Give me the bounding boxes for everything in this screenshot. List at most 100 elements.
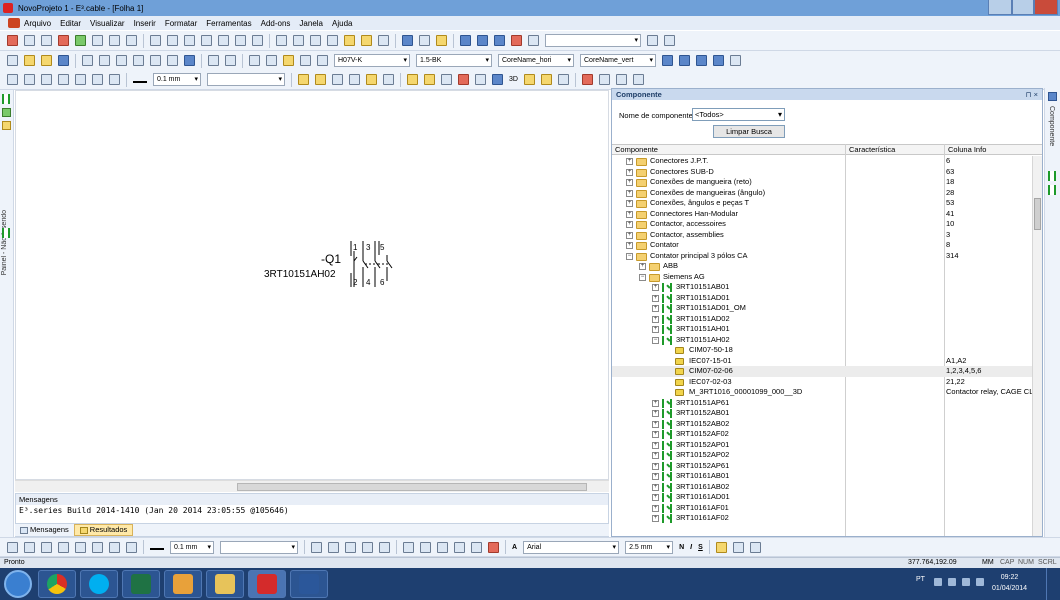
component-name-select[interactable]: <Todos> <box>692 108 785 121</box>
tool-icon[interactable] <box>345 541 356 553</box>
line-width-select[interactable]: 0.1 mm <box>153 73 201 86</box>
component-icon[interactable] <box>2 228 10 238</box>
expand-icon[interactable]: + <box>652 504 659 512</box>
tool-icon[interactable] <box>436 35 447 46</box>
pilcrow-icon[interactable] <box>327 35 338 46</box>
menu-inserir[interactable]: Inserir <box>134 19 156 28</box>
expand-icon[interactable]: + <box>652 515 659 522</box>
tool-icon[interactable] <box>488 541 499 553</box>
expand-icon[interactable]: + <box>652 483 659 491</box>
tool-icon[interactable] <box>647 35 658 46</box>
tool-icon[interactable] <box>75 35 86 46</box>
align-center-icon[interactable] <box>732 541 744 553</box>
tab-resultados[interactable]: Resultados <box>73 524 134 536</box>
expand-icon[interactable]: + <box>639 263 646 270</box>
expand-icon[interactable]: + <box>652 441 659 449</box>
expand-icon[interactable]: + <box>652 452 659 459</box>
tool-icon[interactable] <box>109 35 120 46</box>
zoom-in-icon[interactable] <box>150 35 161 46</box>
drawing-canvas[interactable]: -Q1 3RT10151AH02 1 3 5 2 4 6 <box>15 90 609 480</box>
core-hori-select[interactable]: CoreName_hori <box>498 54 574 67</box>
tree-row[interactable]: + Contactor, accessoires 10 <box>612 219 1032 230</box>
tool-icon[interactable] <box>598 74 610 85</box>
print-icon[interactable] <box>150 55 161 66</box>
tree-row[interactable]: − Contator principal 3 pólos CA 314 <box>612 251 1032 262</box>
tree-row[interactable]: +3RT10152AP61 <box>612 461 1032 472</box>
tool-icon[interactable] <box>460 35 471 46</box>
cut-icon[interactable] <box>82 55 93 66</box>
tool-icon[interactable] <box>615 74 627 85</box>
collapse-icon[interactable]: − <box>652 336 659 344</box>
tray-icon[interactable] <box>976 578 984 586</box>
tool-icon[interactable] <box>58 541 69 553</box>
panel-pin-close-icons[interactable]: ⊓ × <box>1026 89 1038 100</box>
draw-line-width-select[interactable]: 0.1 mm <box>170 540 214 554</box>
font-size-select[interactable]: 2.5 mm <box>625 540 674 554</box>
tool-icon[interactable] <box>477 35 488 46</box>
app-menu-icon[interactable] <box>8 18 20 28</box>
tool-icon[interactable] <box>557 74 569 85</box>
outlook-taskbar-icon[interactable] <box>164 570 202 598</box>
tree-row[interactable]: +3RT10152AB01 <box>612 408 1032 419</box>
line-type-select[interactable] <box>207 73 285 86</box>
tool-icon[interactable] <box>441 74 452 85</box>
tree-row[interactable]: + Conexões de mangueiras (ângulo) 28 <box>612 188 1032 199</box>
tool-icon[interactable] <box>366 74 377 85</box>
close-button[interactable] <box>1034 0 1058 15</box>
tray-icon[interactable] <box>948 578 956 586</box>
tool-icon[interactable] <box>378 35 389 46</box>
tree-row[interactable]: +3RT10161AB02 <box>612 482 1032 493</box>
tree-row[interactable]: +3RT10161AB01 <box>612 471 1032 482</box>
expand-icon[interactable]: + <box>626 158 633 165</box>
tool-icon[interactable] <box>730 55 741 66</box>
font-select[interactable]: Arial <box>523 540 620 554</box>
tree-row[interactable]: +3RT10152AP02 <box>612 450 1032 461</box>
tree-row[interactable]: + Conexões, ângulos e peças T 53 <box>612 198 1032 209</box>
tool-icon[interactable] <box>437 541 448 553</box>
undo-icon[interactable] <box>249 55 260 66</box>
core-vert-select[interactable]: CoreName_vert <box>580 54 656 67</box>
copy-icon[interactable] <box>99 55 110 66</box>
component-tab-label[interactable]: Componente <box>1048 106 1055 146</box>
tree-row[interactable]: + Conectores SUB-D 63 <box>612 167 1032 178</box>
tool-icon[interactable] <box>362 541 373 553</box>
zoom-out-icon[interactable] <box>167 35 178 46</box>
hand-icon[interactable] <box>126 35 137 46</box>
skype-taskbar-icon[interactable] <box>80 570 118 598</box>
expand-icon[interactable]: + <box>626 200 633 207</box>
tool-icon[interactable] <box>662 55 673 66</box>
expand-icon[interactable]: + <box>652 431 659 438</box>
start-button[interactable] <box>4 570 32 598</box>
tool-icon[interactable] <box>664 35 675 46</box>
tool-icon[interactable] <box>679 55 690 66</box>
paste-icon[interactable] <box>116 55 127 66</box>
expand-icon[interactable]: + <box>652 284 659 291</box>
tool-icon[interactable] <box>109 541 120 553</box>
tree-row[interactable]: + ABB <box>612 261 1032 272</box>
tree-row[interactable]: +3RT10151AB01 <box>612 282 1032 293</box>
e3-taskbar-icon[interactable] <box>248 570 286 598</box>
panel-icon[interactable] <box>2 94 10 104</box>
zoom-icon[interactable] <box>201 35 212 46</box>
tree-row[interactable]: − 3RT10151AH02 <box>612 335 1032 346</box>
tool-icon[interactable] <box>424 74 435 85</box>
chrome-taskbar-icon[interactable] <box>38 570 76 598</box>
col-coluna-info[interactable]: Coluna Info <box>948 145 986 155</box>
tool-icon[interactable] <box>208 55 219 66</box>
tree-row[interactable]: M_3RT1016_00001099_000__3D Contactor rela… <box>612 387 1032 398</box>
menu-ajuda[interactable]: Ajuda <box>332 19 352 28</box>
tree-row[interactable]: CIM07-50-18 <box>612 345 1032 356</box>
tool-icon[interactable] <box>75 74 86 85</box>
panel-icon[interactable] <box>1048 92 1057 101</box>
canvas-horizontal-scrollbar[interactable] <box>15 480 609 492</box>
tool-icon[interactable] <box>523 74 535 85</box>
align-left-icon[interactable] <box>715 541 727 553</box>
open-icon[interactable] <box>24 55 35 66</box>
wire-select[interactable]: 1.5-BK <box>416 54 492 67</box>
tool-icon[interactable] <box>344 35 355 46</box>
tree-row[interactable]: IEC07-15-01 A1,A2 <box>612 356 1032 367</box>
tool-icon[interactable] <box>528 35 539 46</box>
circle-tool-icon[interactable] <box>75 541 86 553</box>
toolbar-dropdown[interactable] <box>545 34 641 47</box>
open-icon[interactable] <box>41 55 52 66</box>
